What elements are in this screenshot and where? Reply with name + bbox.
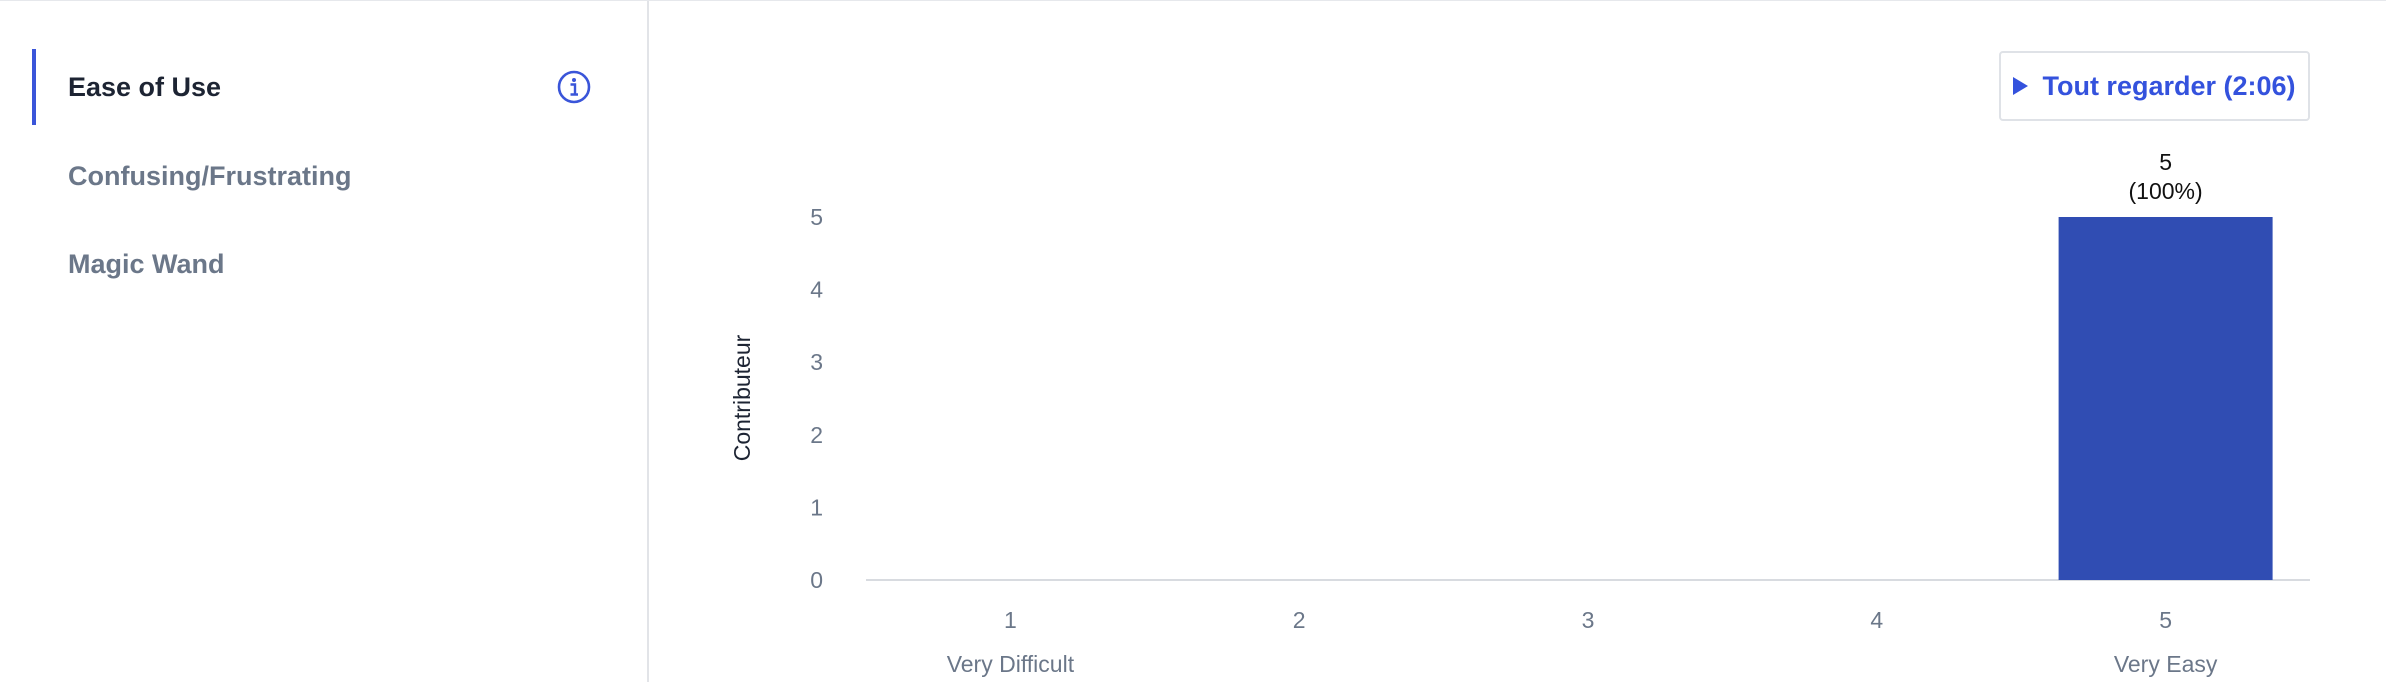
x-tick-label: 1 [1004, 607, 1017, 633]
y-tick-label: 2 [810, 422, 823, 448]
x-tick-label: 3 [1582, 607, 1595, 633]
x-tick-label: 4 [1870, 607, 1883, 633]
x-tick-sublabel: Very Easy [2114, 651, 2218, 677]
bar [2058, 217, 2273, 580]
y-tick-label: 5 [810, 204, 823, 230]
watch-all-label: Tout regarder (2:06) [2042, 70, 2296, 101]
play-icon [2013, 77, 2029, 95]
y-tick-label: 4 [810, 277, 823, 303]
app-window: Ease of Use Confusing/Frustrating Magic … [0, 0, 2386, 682]
watch-all-button[interactable]: Tout regarder (2:06) [1999, 51, 2310, 121]
data-label-percent: (100%) [2129, 178, 2203, 204]
x-tick-label: 5 [2159, 607, 2172, 633]
y-tick-label: 1 [810, 494, 823, 520]
y-tick-label: 3 [810, 349, 823, 375]
y-tick-label: 0 [810, 567, 823, 593]
data-label-value: 5 [2159, 149, 2172, 175]
x-tick-label: 2 [1293, 607, 1306, 633]
x-tick-sublabel: Very Difficult [947, 651, 1075, 677]
y-axis-label: Contributeur [729, 334, 755, 461]
